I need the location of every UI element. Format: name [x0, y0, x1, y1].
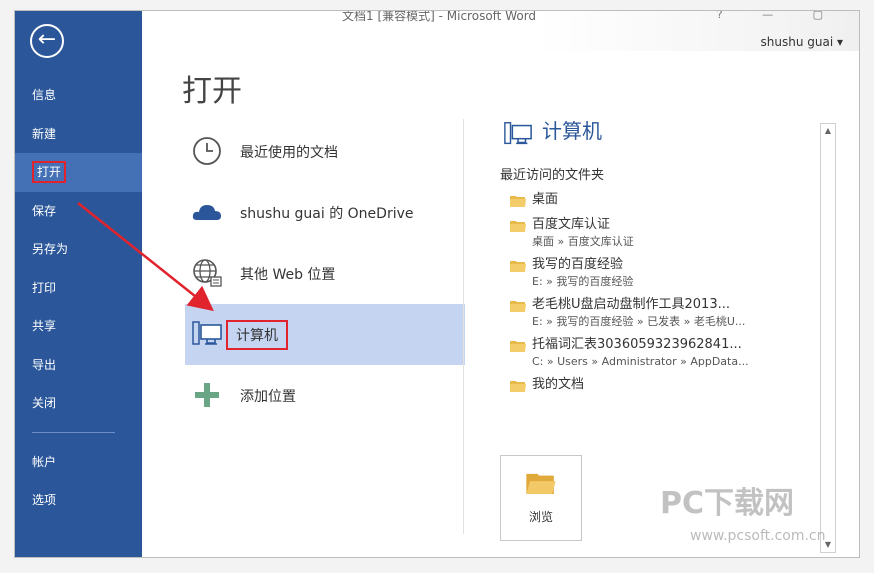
nav-open[interactable]: 打开 — [15, 153, 142, 192]
window-title: 文档1 [兼容模式] - Microsoft Word — [342, 10, 537, 23]
nav-save-as[interactable]: 另存为 — [15, 230, 142, 269]
computer-icon — [192, 321, 222, 345]
folder-name: 老毛桃U盘启动盘制作工具2013... — [532, 297, 730, 312]
place-other-web[interactable]: 其他 Web 位置 — [185, 243, 465, 304]
browse-button[interactable]: 浏览 — [500, 455, 582, 541]
folder-path: E: » 我写的百度经验 » 已发表 » 老毛桃U... — [532, 315, 746, 328]
watermark-logo: PC下载网 — [660, 486, 795, 521]
backstage-sidebar: ← 信息 新建 打开 保存 另存为 打印 共享 导出 关闭 帐户 选项 — [15, 11, 142, 557]
folder-name: 我写的百度经验 — [532, 257, 624, 272]
place-label: 添加位置 — [240, 388, 296, 405]
folder-path: E: » 我写的百度经验 — [532, 275, 634, 288]
scroll-up-arrow-icon[interactable]: ▲ — [821, 124, 835, 138]
back-arrow-icon[interactable]: ← — [30, 24, 64, 58]
nav-options[interactable]: 选项 — [15, 481, 142, 520]
folder-icon — [510, 196, 526, 207]
folder-icon — [510, 301, 526, 312]
place-label: 计算机 — [226, 319, 288, 350]
folder-name: 百度文库认证 — [532, 217, 611, 232]
nav-divider — [32, 431, 115, 433]
cloud-icon — [192, 205, 221, 220]
folder-name: 我的文档 — [532, 377, 585, 392]
word-backstage-window: ← 信息 新建 打开 保存 另存为 打印 共享 导出 关闭 帐户 选项 文档1 … — [14, 10, 860, 558]
places-list: 最近使用的文档 shushu guai 的 OneDrive 其他 Web 位置… — [185, 121, 465, 426]
recent-folder-item[interactable]: 我写的百度经验 E: » 我写的百度经验 — [500, 256, 820, 289]
recent-folder-item[interactable]: 桌面 — [500, 191, 820, 209]
place-recent-documents[interactable]: 最近使用的文档 — [185, 121, 465, 182]
plus-icon — [195, 383, 219, 407]
place-add-location[interactable]: 添加位置 — [185, 365, 465, 426]
recent-folder-item[interactable]: 百度文库认证 桌面 » 百度文库认证 — [500, 216, 820, 249]
computer-pane-title: 计算机 — [500, 115, 820, 153]
pane-divider — [463, 119, 464, 534]
folder-icon — [510, 381, 526, 392]
folder-icon — [510, 341, 526, 352]
computer-icon — [504, 122, 532, 145]
watermark-url: www.pcsoft.com.cn — [690, 528, 826, 544]
user-account-name[interactable]: shushu guai ▾ — [761, 35, 844, 49]
folder-name: 桌面 — [532, 192, 559, 207]
computer-pane: 计算机 最近访问的文件夹 桌面 百度文库认证 桌面 » 百度文库认证 我写的百度… — [500, 115, 820, 401]
recent-folder-item[interactable]: 我的文档 — [500, 376, 820, 394]
browse-label: 浏览 — [528, 510, 553, 524]
place-label: 其他 Web 位置 — [240, 266, 336, 283]
nav-info[interactable]: 信息 — [15, 76, 142, 115]
recent-folders-heading: 最近访问的文件夹 — [500, 168, 605, 183]
place-label: shushu guai 的 OneDrive — [240, 205, 414, 222]
globe-icon — [193, 259, 222, 287]
folder-icon — [510, 261, 526, 272]
backstage-nav: 信息 新建 打开 保存 另存为 打印 共享 导出 关闭 帐户 选项 — [15, 76, 142, 520]
place-onedrive[interactable]: shushu guai 的 OneDrive — [185, 182, 465, 243]
computer-title-text: 计算机 — [542, 119, 602, 143]
nav-export[interactable]: 导出 — [15, 346, 142, 385]
vertical-scrollbar[interactable]: ▲ ▼ — [820, 123, 836, 553]
recent-folder-item[interactable]: 托福词汇表3036059323962841... C: » Users » Ad… — [500, 336, 820, 369]
nav-new[interactable]: 新建 — [15, 115, 142, 154]
nav-close[interactable]: 关闭 — [15, 384, 142, 423]
folder-path: C: » Users » Administrator » AppData... — [532, 355, 749, 368]
nav-print[interactable]: 打印 — [15, 269, 142, 308]
page-title: 打开 — [182, 74, 242, 109]
folder-icon — [510, 221, 526, 232]
folder-name: 托福词汇表3036059323962841... — [532, 337, 742, 352]
folder-path: 桌面 » 百度文库认证 — [532, 235, 634, 248]
nav-save[interactable]: 保存 — [15, 192, 142, 231]
nav-share[interactable]: 共享 — [15, 307, 142, 346]
place-computer[interactable]: 计算机 — [185, 304, 465, 365]
title-bar: 文档1 [兼容模式] - Microsoft Word ? — ▢ shushu… — [142, 11, 859, 51]
folder-open-icon — [526, 473, 556, 494]
clock-icon — [193, 137, 221, 165]
window-controls[interactable]: ? — ▢ — [717, 11, 841, 21]
recent-folder-item[interactable]: 老毛桃U盘启动盘制作工具2013... E: » 我写的百度经验 » 已发表 »… — [500, 296, 820, 329]
place-label: 最近使用的文档 — [240, 144, 338, 161]
nav-account[interactable]: 帐户 — [15, 443, 142, 482]
